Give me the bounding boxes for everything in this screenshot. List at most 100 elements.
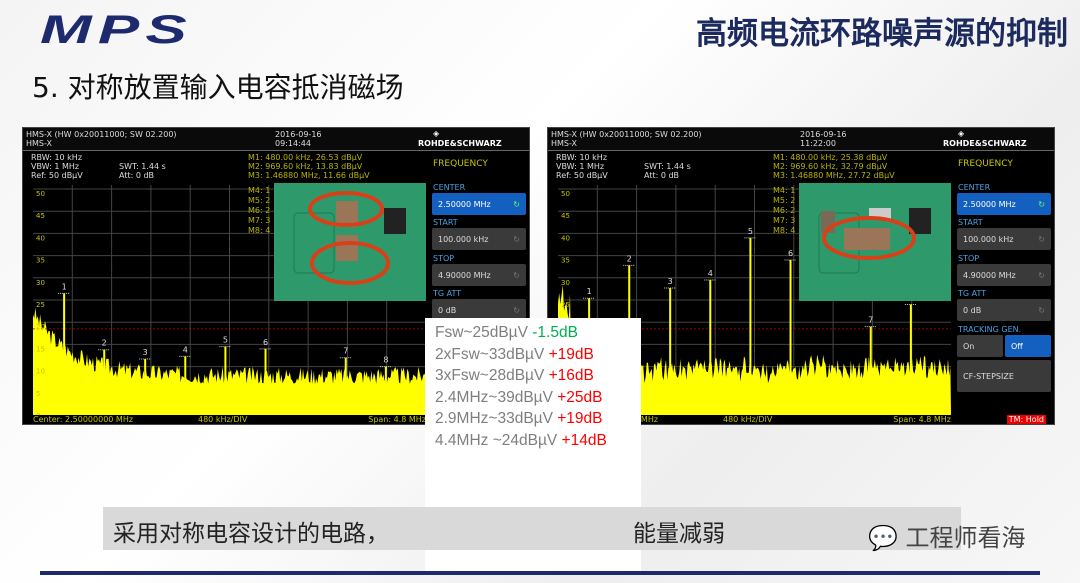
- rotate-knob-icon: ↻: [513, 235, 520, 244]
- footer-divider: [40, 571, 1040, 575]
- stop-label: STOP: [958, 254, 980, 263]
- start-field[interactable]: 100.000 kHz ↻: [957, 228, 1051, 250]
- delta-value: +19dB: [548, 345, 594, 363]
- tracking-on-button[interactable]: On: [957, 335, 1003, 357]
- slide-title: 高频电流环路噪声源的抑制: [696, 16, 1068, 52]
- frequency-menu: FREQUENCY CENTER 2.50000 MHz ↻ START 100…: [955, 156, 1053, 424]
- start-field[interactable]: 100.000 kHz ↻: [432, 228, 526, 250]
- note-line: 3xFsw~28dBµV +16dB: [435, 367, 594, 384]
- y-tick-label: 45: [36, 212, 45, 220]
- y-tick-label: 15: [36, 345, 45, 353]
- rs-diamond-icon: ◈: [433, 129, 440, 138]
- marker-label: 1: [587, 287, 592, 296]
- y-tick-label: 25: [561, 301, 570, 309]
- note-line: 2.4MHz~39dBµV +25dB: [435, 388, 603, 406]
- marker-readout: M5: 2: [773, 196, 796, 205]
- marker-3-readout: M3: 1.46880 MHz, 11.66 dBµV: [248, 171, 370, 180]
- marker-3-readout: M3: 1.46880 MHz, 27.72 dBµV: [773, 171, 895, 180]
- note-line: Fsw~25dBµV -1.5dB: [435, 324, 578, 341]
- center-field[interactable]: 2.50000 MHz ↻: [957, 193, 1051, 215]
- start-label: START: [958, 218, 983, 227]
- pcb-photo: [799, 183, 951, 301]
- y-tick-label: 40: [561, 234, 570, 242]
- time: 11:22:00: [800, 139, 836, 148]
- marker-label: 6: [263, 338, 268, 347]
- rotate-knob-icon: ↻: [1038, 306, 1045, 315]
- stop-field[interactable]: 4.90000 MHz ↻: [957, 264, 1051, 286]
- pcb-illustration: [293, 191, 406, 285]
- marker-readout: M5: 2: [248, 196, 271, 205]
- start-label: START: [433, 218, 458, 227]
- wechat-icon: 💬: [868, 524, 898, 552]
- y-tick-label: 35: [36, 257, 45, 265]
- y-tick-label: 5: [36, 390, 40, 398]
- y-tick-label: 20: [36, 323, 45, 331]
- date: 2016-09-16: [275, 130, 322, 139]
- device-info: HMS-X (HW 0x20011000; SW 02.200): [26, 130, 177, 139]
- marker-label: 3: [668, 277, 673, 286]
- delta-value: +19dB: [557, 410, 603, 427]
- rotate-knob-icon: ↻: [513, 306, 520, 315]
- note-line: 4.4MHz ~24dBµV +14dB: [435, 431, 607, 449]
- marker-readout: M4: 1: [248, 186, 271, 195]
- marker-readout: M4: 1: [773, 186, 796, 195]
- marker-readout: M7: 3: [248, 216, 271, 225]
- delta-value: -1.5dB: [532, 324, 578, 341]
- marker-label: 1: [62, 282, 67, 291]
- y-tick-label: 50: [36, 190, 45, 198]
- pcb-illustration: [818, 208, 931, 274]
- marker-label: 4: [708, 269, 713, 278]
- stop-field[interactable]: 4.90000 MHz ↻: [432, 264, 526, 286]
- marker-label: 5: [748, 227, 753, 236]
- watermark: 💬 工程师看海: [868, 518, 1026, 553]
- date: 2016-09-16: [800, 130, 847, 139]
- slide-subtitle: 5. 对称放置输入电容抵消磁场: [32, 71, 404, 104]
- banner-text-left: 采用对称电容设计的电路，: [113, 521, 389, 547]
- marker-readout: M6: 2: [773, 206, 796, 215]
- model: HMS-X: [551, 139, 577, 148]
- delta-value: +25dB: [557, 388, 603, 406]
- y-tick-label: 30: [36, 279, 45, 287]
- menu-title: FREQUENCY: [958, 159, 1013, 169]
- marker-label: 3: [143, 348, 148, 357]
- rotate-knob-icon: ↻: [513, 271, 520, 280]
- center-label: CENTER: [958, 183, 991, 192]
- marker-readout: M6: 2: [248, 206, 271, 215]
- y-tick-label: 25: [36, 301, 45, 309]
- tg-att-label: TG ATT: [958, 289, 987, 298]
- menu-title: FREQUENCY: [433, 159, 488, 169]
- conclusion-banner: 采用对称电容设计的电路， 能量减弱: [103, 507, 961, 550]
- delta-value: +16dB: [548, 367, 594, 384]
- center-label: CENTER: [433, 183, 466, 192]
- tracking-gen-label: TRACKING GEN.: [958, 325, 1022, 334]
- y-tick-label: 30: [561, 279, 570, 287]
- delta-value: +14dB: [561, 431, 607, 449]
- cf-stepsize-button[interactable]: CF-STEPSIZE: [957, 360, 1051, 392]
- tg-att-field[interactable]: 0 dB ↻: [957, 299, 1051, 321]
- note-line: 2xFsw~33dBµV +19dB: [435, 345, 594, 363]
- marker-label: 5: [223, 336, 228, 345]
- tracking-off-button[interactable]: Off: [1005, 335, 1051, 357]
- watermark-text: 工程师看海: [905, 524, 1026, 552]
- marker-label: 8: [383, 356, 388, 365]
- instrument-header: HMS-X (HW 0x20011000; SW 02.200) HMS-X 2…: [548, 128, 1054, 151]
- center-field[interactable]: 2.50000 MHz ↻: [432, 193, 526, 215]
- rotate-knob-icon: ↻: [513, 200, 520, 209]
- marker-label: 2: [102, 339, 107, 348]
- rotate-knob-icon: ↻: [1038, 200, 1045, 209]
- rotate-knob-icon: ↻: [1038, 235, 1045, 244]
- stop-label: STOP: [433, 254, 455, 263]
- y-tick-label: 45: [561, 212, 570, 220]
- rs-diamond-icon: ◈: [958, 129, 965, 138]
- marker-readout: M8: 4: [248, 226, 271, 235]
- banner-text-right: 能量减弱: [633, 521, 725, 547]
- y-tick-label: 50: [561, 190, 570, 198]
- marker-label: 4: [183, 345, 188, 354]
- tg-att-label: TG ATT: [433, 289, 462, 298]
- brand-logo: ROHDE&SCHWARZ: [418, 139, 502, 148]
- marker-label: 7: [343, 347, 348, 356]
- marker-label: 6: [788, 249, 793, 258]
- y-tick-label: 40: [36, 234, 45, 242]
- brand-logo: ROHDE&SCHWARZ: [943, 139, 1027, 148]
- tm-hold-badge: TM: Hold: [1006, 415, 1046, 424]
